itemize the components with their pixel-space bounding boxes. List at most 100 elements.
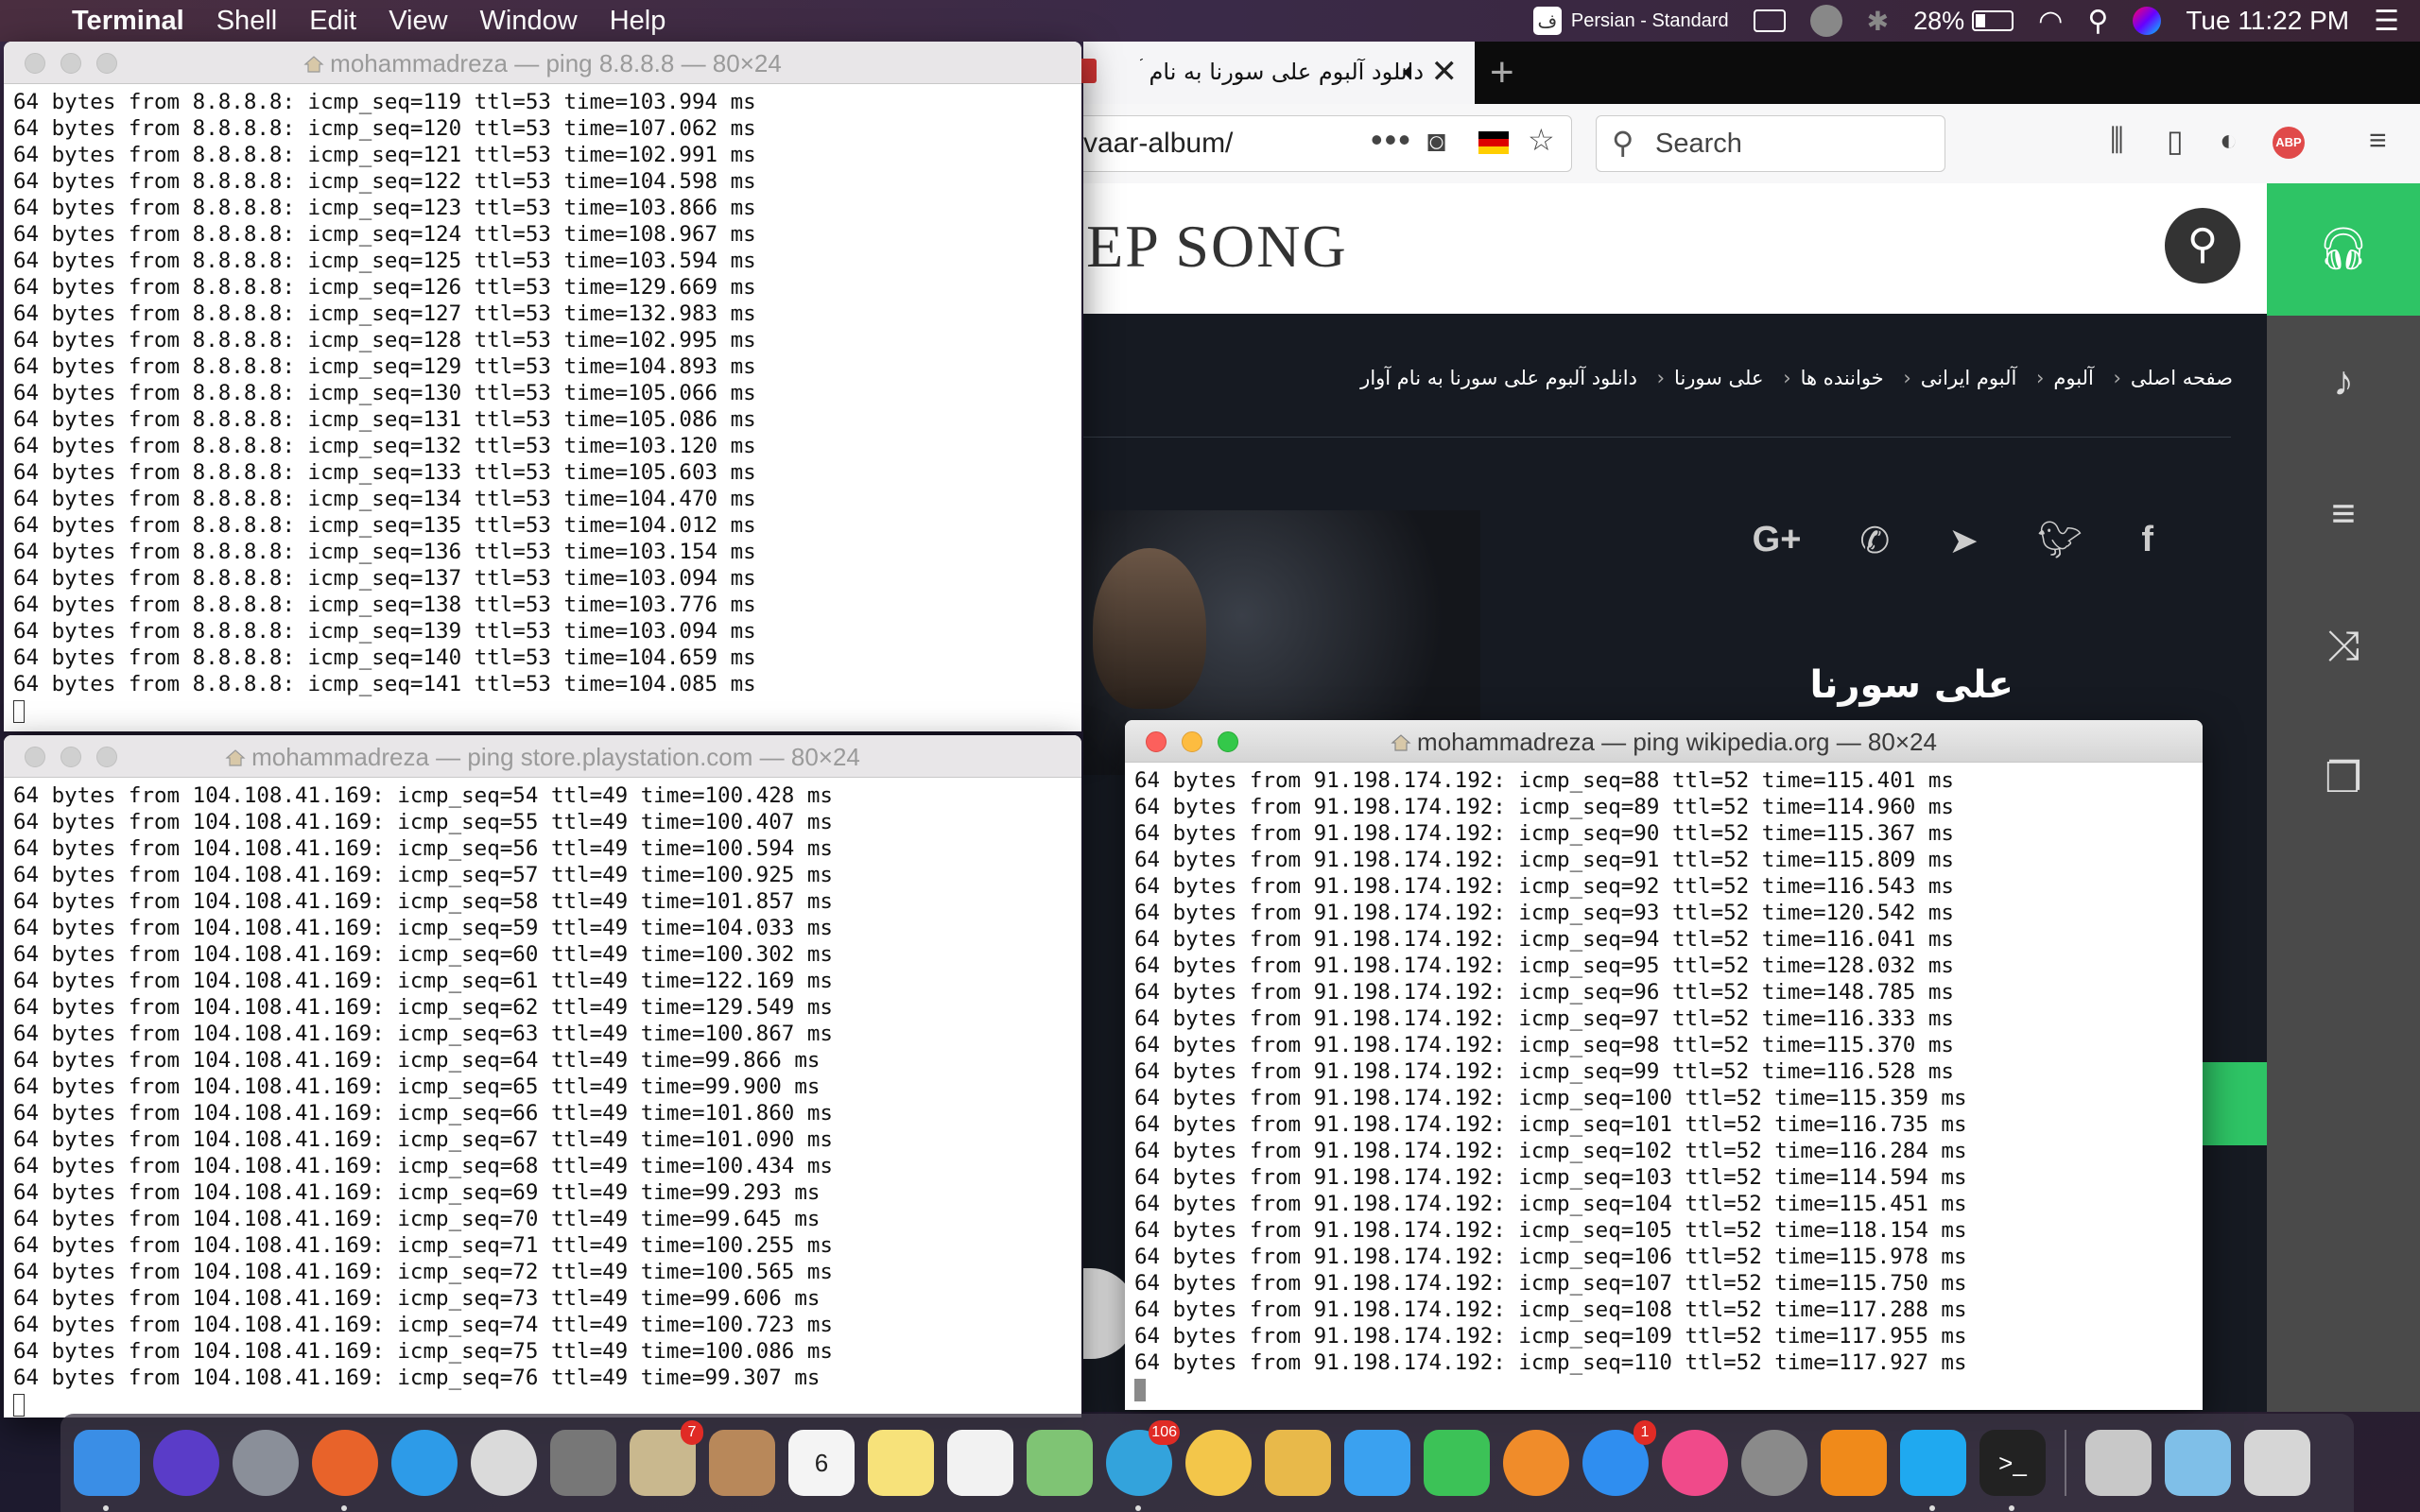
download-button[interactable]: [2199, 1062, 2267, 1145]
window-titlebar[interactable]: mohammadreza — ping wikipedia.org — 80×2…: [1125, 720, 2203, 763]
terminal-line: 64 bytes from 104.108.41.169: icmp_seq=6…: [13, 1074, 821, 1099]
battery-percent[interactable]: 28%: [1913, 7, 1964, 36]
photos-icon[interactable]: [1185, 1430, 1252, 1496]
telegram-share-icon[interactable]: ➤: [1948, 520, 1979, 562]
document-stack-icon[interactable]: [2085, 1430, 2152, 1496]
breadcrumb-home[interactable]: صفحه اصلی: [2131, 367, 2233, 389]
terminal-window-playstation-ping[interactable]: mohammadreza — ping store.playstation.co…: [4, 735, 1081, 1418]
terminal-output[interactable]: 64 bytes from 104.108.41.169: icmp_seq=5…: [13, 782, 1081, 1418]
vlc-icon[interactable]: [1821, 1430, 1887, 1496]
finder-icon[interactable]: [74, 1430, 140, 1511]
breadcrumb-album[interactable]: آلبوم: [2053, 367, 2093, 389]
page-actions-icon[interactable]: •••: [1371, 120, 1412, 160]
bookmark-star-icon[interactable]: ☆: [1528, 122, 1555, 158]
itunes-icon[interactable]: [1662, 1430, 1728, 1496]
twitter-icon[interactable]: 🐦︎: [2037, 520, 2083, 562]
google-plus-icon[interactable]: G+: [1753, 520, 1802, 562]
close-tab-icon[interactable]: ✕: [1431, 53, 1459, 91]
facebook-icon[interactable]: f: [2141, 520, 2153, 562]
dock-icon-label: >_: [1998, 1449, 2027, 1477]
terminal-icon[interactable]: >_: [1979, 1430, 2046, 1511]
facetime-icon[interactable]: [1424, 1430, 1490, 1496]
skype-icon[interactable]: [1900, 1430, 1966, 1511]
input-source-icon[interactable]: ف: [1532, 7, 1562, 35]
terminal-window-google-ping[interactable]: mohammadreza — ping 8.8.8.8 — 80×24 64 b…: [4, 42, 1081, 731]
mail-icon[interactable]: 7: [630, 1420, 703, 1496]
bluetooth-icon[interactable]: ✱: [1867, 6, 1889, 37]
extension-icon[interactable]: ◐: [2220, 123, 2238, 158]
contacts-icon[interactable]: [709, 1430, 775, 1496]
audio-playing-icon[interactable]: 🔈︎: [1403, 57, 1418, 87]
siri-icon[interactable]: [153, 1430, 219, 1496]
input-source-label[interactable]: Persian - Standard: [1571, 10, 1729, 32]
url-text[interactable]: vaar-album/: [1083, 128, 1233, 160]
new-tab-icon[interactable]: +: [1490, 49, 1514, 96]
wifi-icon[interactable]: ◠: [2038, 5, 2063, 38]
menu-window[interactable]: Window: [480, 6, 578, 37]
playlist-icon[interactable]: ≡: [2267, 448, 2420, 580]
terminal-output[interactable]: 64 bytes from 91.198.174.192: icmp_seq=8…: [1134, 767, 2203, 1410]
search-box[interactable]: ⚲ Search: [1596, 115, 1945, 172]
spotlight-search-icon[interactable]: ⚲: [2087, 5, 2108, 38]
pocket-icon[interactable]: ◙: [1427, 124, 1445, 159]
browser-tab[interactable]: دانلود آلبوم علی سورنا به نام آوار 🔈︎ ✕: [1076, 42, 1475, 104]
german-flag-icon[interactable]: [1478, 131, 1509, 154]
terminal-output[interactable]: 64 bytes from 8.8.8.8: icmp_seq=119 ttl=…: [13, 89, 1081, 731]
library-icon[interactable]: ⫼: [2110, 123, 2124, 159]
app-store-icon[interactable]: 1: [1582, 1420, 1656, 1496]
books-icon[interactable]: [1503, 1430, 1569, 1496]
battery-icon[interactable]: [1972, 10, 2014, 31]
terminal-window-wikipedia-ping[interactable]: mohammadreza — ping wikipedia.org — 80×2…: [1125, 720, 2203, 1410]
terminal-line: 64 bytes from 91.198.174.192: icmp_seq=9…: [1134, 927, 1954, 952]
library-queue-icon[interactable]: ❐: [2267, 713, 2420, 845]
safari-icon[interactable]: [391, 1430, 458, 1496]
notes-icon[interactable]: [868, 1430, 934, 1496]
shuffle-icon[interactable]: ⤨: [2267, 580, 2420, 713]
search-icon: ⚲: [1612, 126, 1634, 160]
window-titlebar[interactable]: mohammadreza — ping store.playstation.co…: [4, 735, 1081, 778]
terminal-line: 64 bytes from 91.198.174.192: icmp_seq=9…: [1134, 821, 1954, 846]
site-logo[interactable]: EEP SONG: [1047, 212, 1348, 282]
menu-shell[interactable]: Shell: [216, 6, 278, 37]
menu-help[interactable]: Help: [610, 6, 666, 37]
site-search-icon[interactable]: ⚲: [2165, 208, 2240, 284]
archive-folder-icon[interactable]: [1265, 1430, 1331, 1496]
hamburger-menu-icon[interactable]: ≡: [2369, 123, 2387, 158]
calendar-icon[interactable]: 6: [788, 1430, 855, 1496]
launchpad-icon[interactable]: [233, 1430, 299, 1496]
clock[interactable]: Tue 11:22 PM: [2186, 6, 2349, 36]
terminal-line: 64 bytes from 104.108.41.169: icmp_seq=7…: [13, 1366, 821, 1390]
memory-clean-icon[interactable]: [1809, 5, 1842, 37]
messages-icon[interactable]: [1344, 1430, 1410, 1496]
adblock-plus-icon[interactable]: ABP: [2273, 127, 2305, 159]
menu-edit[interactable]: Edit: [309, 6, 356, 37]
running-indicator: [341, 1505, 347, 1511]
telegram-icon[interactable]: 106: [1106, 1420, 1180, 1511]
terminal-line: 64 bytes from 91.198.174.192: icmp_seq=9…: [1134, 954, 1954, 978]
breadcrumb-iranian-album[interactable]: آلبوم ایرانی: [1921, 367, 2017, 389]
window-titlebar[interactable]: mohammadreza — ping 8.8.8.8 — 80×24: [4, 42, 1081, 84]
maps-icon[interactable]: [1027, 1430, 1093, 1496]
sidebar-toggle-icon[interactable]: ▯: [2167, 123, 2184, 159]
url-bar[interactable]: vaar-album/ ••• ◙ ☆: [1083, 115, 1572, 172]
trash-icon[interactable]: [2244, 1430, 2310, 1496]
app-menu[interactable]: Terminal: [72, 6, 184, 37]
chrome-icon[interactable]: [471, 1430, 537, 1496]
whatsapp-icon[interactable]: ✆: [1859, 520, 1890, 562]
siri-menu-icon[interactable]: [2133, 7, 2162, 35]
istat-menu-icon[interactable]: [1753, 9, 1786, 32]
breadcrumb-artist[interactable]: علی سورنا: [1674, 367, 1764, 389]
menu-view[interactable]: View: [389, 6, 447, 37]
terminal-line: 64 bytes from 91.198.174.192: icmp_seq=9…: [1134, 1006, 1954, 1031]
notification-center-icon[interactable]: ☰: [2374, 5, 2399, 38]
terminal-line: 64 bytes from 8.8.8.8: icmp_seq=130 ttl=…: [13, 381, 756, 405]
migration-assistant-icon[interactable]: [550, 1430, 616, 1496]
firefox-icon[interactable]: [312, 1430, 378, 1511]
system-preferences-icon[interactable]: [1741, 1430, 1807, 1496]
music-note-icon[interactable]: ♪: [2267, 316, 2420, 448]
breadcrumb-singers[interactable]: خواننده ها: [1801, 367, 1884, 389]
headphones-icon[interactable]: 🎧︎: [2267, 183, 2420, 316]
tab-title: دانلود آلبوم علی سورنا به نام آوار: [1140, 59, 1424, 85]
preview-image-icon[interactable]: [2165, 1430, 2231, 1496]
reminders-icon[interactable]: [947, 1430, 1013, 1496]
